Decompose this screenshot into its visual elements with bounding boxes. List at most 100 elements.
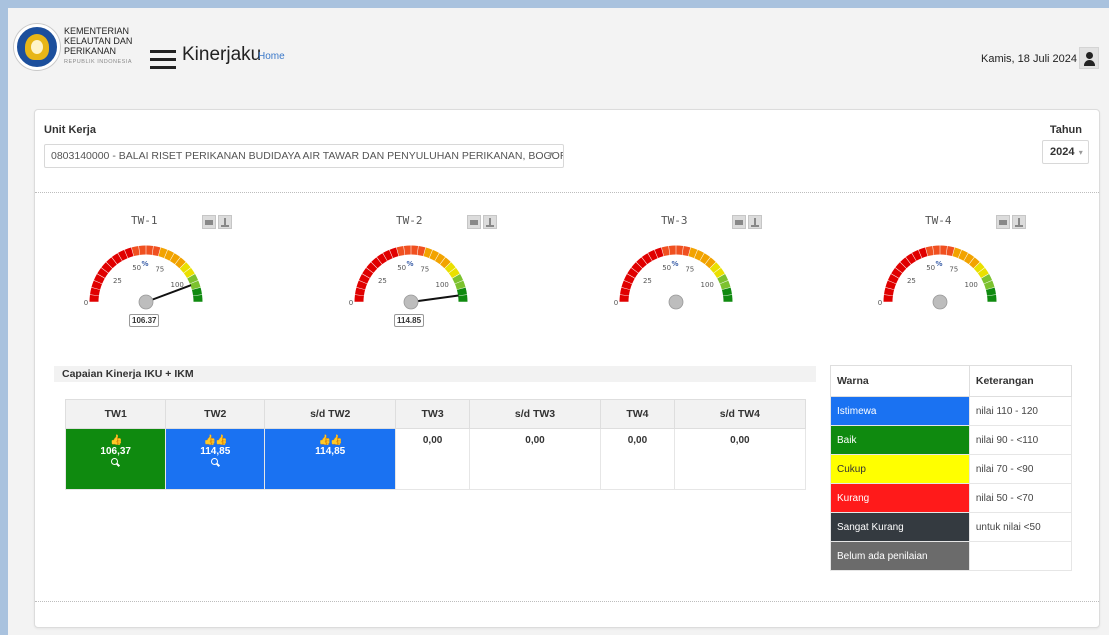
capaian-cell: 0,00 (600, 428, 675, 490)
gauge-band-segment (131, 246, 140, 257)
print-icon[interactable] (732, 215, 746, 229)
gauge-tick-label: 0 (84, 299, 88, 307)
download-icon[interactable] (1012, 215, 1026, 229)
gauge-band-segment (97, 267, 109, 279)
gauge-band-segment (709, 262, 721, 273)
gauge-band-segment (983, 280, 995, 290)
gauge-tick-label: 25 (907, 277, 916, 285)
search-icon[interactable] (210, 457, 220, 468)
gauge-band-segment (946, 246, 955, 257)
print-icon[interactable] (996, 215, 1010, 229)
gauge-tick-label: 25 (378, 277, 387, 285)
tahun-select[interactable]: 2024 ▾ (1042, 140, 1089, 164)
gauge-band-segment (366, 262, 378, 273)
gauge-actions (732, 215, 764, 232)
search-icon[interactable] (111, 457, 120, 468)
gauge-band-segment (891, 267, 903, 279)
gauge-band-segment (417, 246, 426, 257)
gauge-band-segment (631, 262, 643, 273)
download-icon[interactable] (218, 215, 232, 229)
thumbs-up-icon: 👍 (109, 435, 122, 446)
gauge-actions (467, 215, 499, 232)
top-navbar: KEMENTERIAN KELAUTAN DAN PERIKANAN REPUB… (8, 8, 1109, 98)
gauge-band-segment (158, 247, 168, 259)
thumbs-up-icon: 👍👍 (203, 435, 228, 446)
ministry-logo-icon (14, 24, 60, 70)
gauge-tick-label: 50 (926, 264, 935, 272)
capaian-cell: 0,00 (468, 428, 602, 490)
gauge-actions (202, 215, 234, 232)
gauge-band-segment (620, 287, 631, 296)
legend-color-label: Cukup (830, 454, 970, 484)
gauge-unit-label: % (671, 260, 678, 268)
gauge-band-segment (454, 280, 466, 290)
gauge-title: TW-1 (131, 214, 158, 227)
thumbs-up-icon: 👍👍 (318, 435, 343, 446)
capaian-value-row: 👍 106,37 👍👍 114,85 👍👍 114,85 0,00 0,00 0,00 0,00 (64, 428, 807, 490)
legend-color-label: Sangat Kurang (830, 512, 970, 542)
gauge-hub (403, 294, 419, 310)
gauge-tick-label: 100 (700, 281, 713, 289)
gauge-band-segment (647, 249, 658, 261)
gauge-band-segment (183, 267, 195, 279)
gauge-band-segment (444, 262, 456, 273)
gauge-band-segment (440, 257, 451, 269)
gauge-hub (138, 294, 154, 310)
gauge-band-segment (448, 267, 460, 279)
legend-row: Istimewa nilai 110 - 120 (830, 396, 1073, 426)
legend-color-label: Kurang (830, 483, 970, 513)
gauge-tick-label: 0 (878, 299, 882, 307)
gauge-title: TW-2 (396, 214, 423, 227)
current-date: Kamis, 18 Juli 2024 (981, 53, 1077, 65)
gauge-band-segment (621, 280, 633, 290)
legend-row: Cukup nilai 70 - <90 (830, 454, 1073, 484)
capaian-col-header: TW1 (64, 399, 167, 429)
gauge-band-segment (111, 253, 123, 265)
breadcrumb-home-link[interactable]: Home (258, 51, 285, 62)
gauge-band-segment (152, 246, 161, 257)
download-icon[interactable] (748, 215, 762, 229)
gauge-band-segment (124, 247, 134, 259)
gauge-band-segment (423, 247, 433, 259)
gauge-band-segment (719, 280, 731, 290)
gauge-band-segment (918, 247, 928, 259)
download-icon[interactable] (483, 215, 497, 229)
legend-color-label: Baik (830, 425, 970, 455)
legend-color-label: Istimewa (830, 396, 970, 426)
gauge-band-segment (895, 262, 907, 273)
gauge-band-segment (977, 267, 989, 279)
gauge-band-segment (721, 287, 732, 296)
capaian-col-header: TW4 (600, 399, 675, 429)
unit-kerja-label: Unit Kerja (44, 124, 96, 136)
hamburger-menu-icon[interactable] (150, 50, 176, 70)
gauge-tick-label: 0 (614, 299, 618, 307)
chevron-down-icon: ▾ (1076, 148, 1083, 157)
unit-kerja-value: 0803140000 - BALAI RISET PERIKANAN BUDID… (51, 150, 564, 162)
gauge-tw4: 0 25 50 75 100% TW-4 (869, 210, 1089, 340)
unit-kerja-select[interactable]: 0803140000 - BALAI RISET PERIKANAN BUDID… (44, 144, 564, 168)
org-line-2: KELAUTAN DAN (64, 36, 133, 46)
gauge-actions (996, 215, 1028, 232)
legend-description: nilai 70 - <90 (968, 454, 1073, 484)
capaian-value: 0,00 (627, 435, 648, 446)
gauge-band-segment (973, 262, 985, 273)
print-icon[interactable] (202, 215, 216, 229)
user-icon[interactable] (1079, 47, 1099, 69)
capaian-cell: 👍 106,37 (64, 428, 167, 490)
divider (35, 192, 1099, 193)
gauge-band-segment (189, 280, 201, 290)
gauge-unit-label: % (935, 260, 942, 268)
capaian-cell: 👍👍 114,85 (264, 428, 397, 490)
gauge-value-label: 114.85 (394, 314, 425, 327)
gauge-tick-label: 25 (113, 277, 122, 285)
gauge-tick-label: 75 (949, 266, 958, 274)
gauge-band-segment (452, 273, 464, 284)
capaian-col-header: s/d TW3 (468, 399, 602, 429)
gauge-band-segment (191, 287, 202, 296)
gauge-band-segment (371, 257, 382, 269)
gauge-band-segment (911, 249, 922, 261)
capaian-col-header: TW2 (165, 399, 266, 429)
gauge-hub (932, 294, 948, 310)
print-icon[interactable] (467, 215, 481, 229)
legend-description: nilai 110 - 120 (968, 396, 1073, 426)
